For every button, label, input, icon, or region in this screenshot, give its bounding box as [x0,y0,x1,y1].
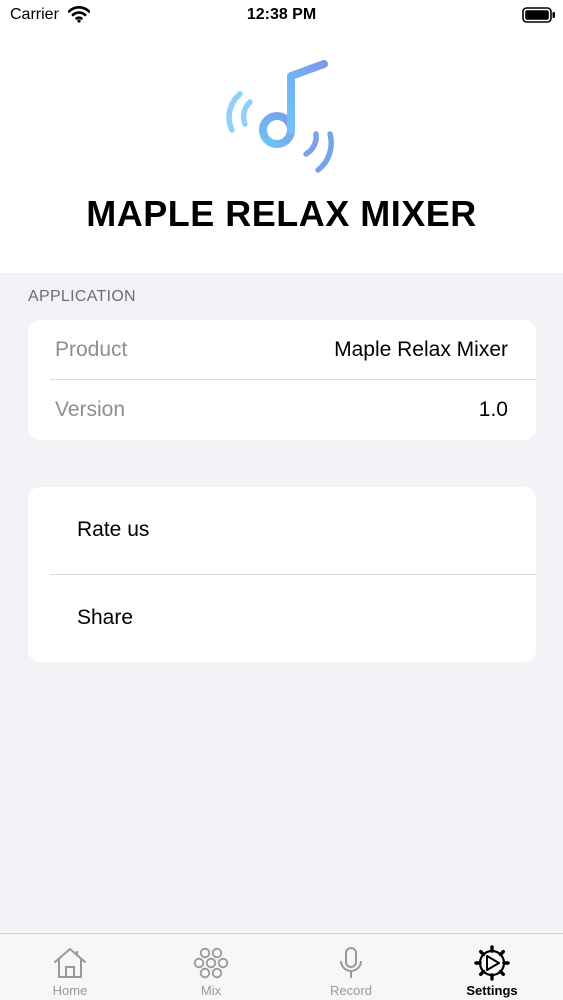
tab-mix[interactable]: Mix [156,934,266,1000]
application-info-card: Product Maple Relax Mixer Version 1.0 [28,320,536,440]
tab-home[interactable]: Home [15,934,125,1000]
product-key: Product [55,338,128,361]
rate-us-button[interactable]: Rate us [28,487,536,574]
actions-card: Rate us Share [28,487,536,662]
share-label: Share [77,606,134,629]
app-header: Carrier 12:38 PM MAPLE RELAX MIXER [0,0,563,273]
tab-mix-label: Mix [200,983,222,998]
application-section-label: APPLICATION [28,288,136,305]
app-title: MAPLE RELAX MIXER [86,193,477,234]
share-button[interactable]: Share [28,575,536,662]
tab-settings-label: Settings [466,983,518,998]
home-icon [54,948,86,978]
rate-us-label: Rate us [77,518,150,541]
tab-record-label: Record [330,983,372,998]
clock: 12:38 PM [246,6,317,23]
status-bar: Carrier 12:38 PM [0,0,563,30]
version-value: 1.0 [478,398,508,421]
battery-icon [522,7,555,23]
tab-bar: Home Mix Record Settings [0,933,563,1000]
mix-icon [193,947,229,979]
tab-record[interactable]: Record [296,934,406,1000]
music-note-sound-waves-icon [226,60,334,173]
tab-home-label: Home [52,983,88,998]
product-row: Product Maple Relax Mixer [28,320,536,380]
version-key: Version [55,398,126,421]
microphone-icon [340,947,362,978]
product-value: Maple Relax Mixer [334,338,508,361]
tab-settings[interactable]: Settings [437,934,547,1000]
settings-gear-icon [474,945,510,981]
version-row: Version 1.0 [28,380,536,440]
